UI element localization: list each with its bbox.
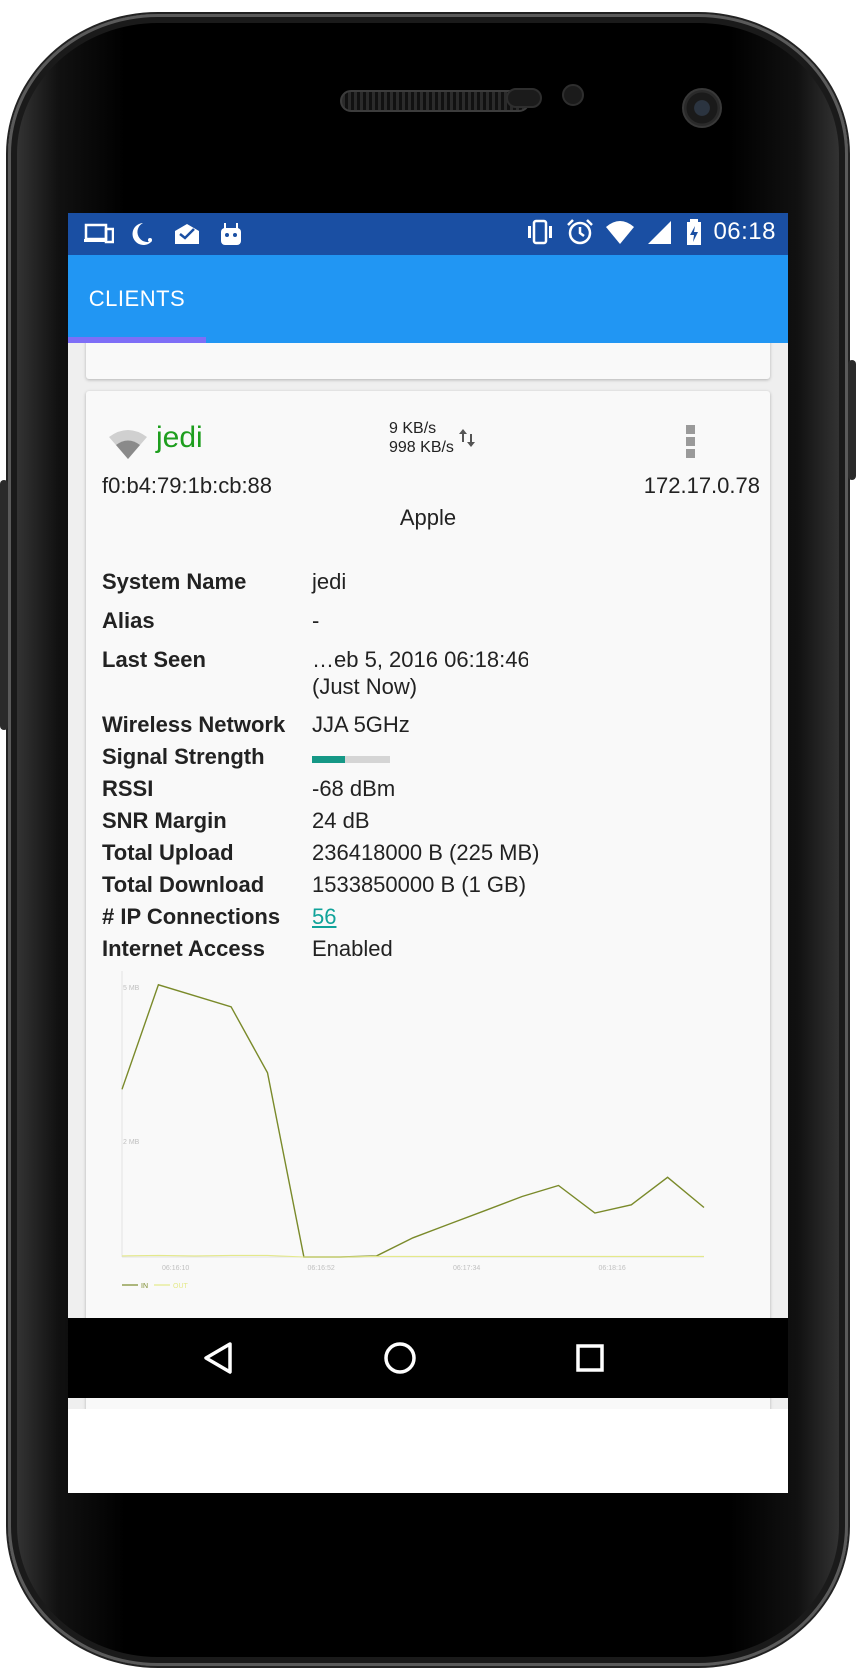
- chart-x-tick-label: 06:16:52: [308, 1265, 335, 1272]
- client-card-previous[interactable]: [86, 343, 770, 379]
- tab-clients[interactable]: CLIENTS: [68, 255, 206, 343]
- android-icon: [216, 219, 246, 249]
- recents-icon[interactable]: [570, 1338, 610, 1378]
- app-bar: CLIENTS: [68, 255, 788, 343]
- upload-rate: 9 KB/s: [389, 420, 437, 437]
- cast-icon: [84, 219, 115, 249]
- signal-strength-fill: [312, 756, 345, 763]
- volume-button: [0, 480, 8, 730]
- more-options-icon[interactable]: [686, 425, 696, 461]
- chart-legend-label: OUT: [173, 1283, 189, 1290]
- clients-list[interactable]: jedi 9 KB/s 998 KB/s f0:b4:79:1b:cb:88 1…: [68, 343, 788, 1409]
- up-down-arrows-icon: [458, 427, 476, 454]
- moon-icon: [128, 219, 158, 249]
- screen: 06:18 CLIENTS jedi 9 KB/s 998 KB/s f0:b4…: [68, 213, 788, 1493]
- detail-value: jedi: [312, 569, 347, 594]
- chart-series-in: [121, 983, 705, 1258]
- ip-connections-link[interactable]: 56: [312, 904, 336, 930]
- detail-label: System Name: [102, 569, 247, 594]
- detail-value: …eb 5, 2016 06:18:46: [312, 647, 528, 672]
- detail-label: Total Upload: [102, 840, 234, 865]
- detail-label: Alias: [102, 608, 155, 633]
- bandwidth-chart: 5 MB 2 MB 06:16:10 06:16:52 06:17:34 06:18:16…: [121, 971, 705, 1290]
- vibrate-icon: [525, 217, 555, 247]
- detail-value-secondary: (Just Now): [312, 674, 418, 699]
- detail-value: 1533850000 B (1 GB): [312, 872, 527, 897]
- client-vendor: Apple: [399, 505, 457, 530]
- front-camera: [682, 88, 722, 128]
- detail-label: Last Seen: [102, 647, 206, 672]
- power-button: [848, 360, 856, 480]
- detail-value: -68 dBm: [312, 776, 396, 801]
- proximity-sensor: [506, 88, 542, 108]
- wifi-signal-icon: [108, 427, 148, 464]
- chart-y-tick-label: 5 MB: [123, 985, 140, 992]
- status-bar: 06:18: [68, 213, 788, 255]
- detail-value: Enabled: [312, 936, 393, 961]
- home-icon[interactable]: [380, 1338, 420, 1378]
- detail-value: 236418000 B (225 MB): [312, 840, 540, 865]
- wifi-icon: [605, 217, 635, 247]
- detail-value: 24 dB: [312, 808, 370, 833]
- detail-label: Signal Strength: [102, 744, 265, 769]
- chart-legend-label: IN: [141, 1283, 148, 1290]
- light-sensor: [562, 84, 584, 106]
- battery-charging-icon: [685, 217, 703, 247]
- detail-label: Wireless Network: [102, 712, 286, 737]
- detail-value: -: [312, 608, 320, 633]
- tab-clients-label: CLIENTS: [88, 286, 186, 311]
- chart-x-tick-label: 06:17:34: [453, 1265, 480, 1272]
- client-ip: 172.17.0.78: [643, 473, 760, 498]
- back-icon[interactable]: [198, 1338, 238, 1378]
- detail-label: Total Download: [102, 872, 265, 897]
- detail-label: # IP Connections: [102, 904, 281, 929]
- alarm-icon: [565, 217, 595, 247]
- detail-value: JJA 5GHz: [312, 712, 410, 737]
- transfer-rates: 9 KB/s 998 KB/s: [389, 419, 454, 457]
- client-card[interactable]: jedi 9 KB/s 998 KB/s f0:b4:79:1b:cb:88 1…: [86, 391, 770, 1381]
- download-rate: 998 KB/s: [389, 439, 454, 456]
- cell-signal-icon: [645, 217, 675, 247]
- navigation-bar: [68, 1318, 788, 1398]
- chart-y-tick-label: 2 MB: [123, 1139, 140, 1146]
- mail-done-icon: [172, 219, 202, 249]
- detail-label: Internet Access: [102, 936, 266, 961]
- status-time: 06:18: [713, 218, 776, 245]
- client-mac: f0:b4:79:1b:cb:88: [102, 473, 273, 498]
- earpiece-speaker: [340, 90, 530, 112]
- signal-strength-bar: [312, 756, 390, 763]
- detail-label: RSSI: [102, 776, 154, 801]
- detail-label: SNR Margin: [102, 808, 227, 833]
- chart-x-tick-label: 06:16:10: [162, 1265, 189, 1272]
- chart-x-tick-label: 06:18:16: [599, 1265, 626, 1272]
- client-name: jedi: [156, 421, 203, 454]
